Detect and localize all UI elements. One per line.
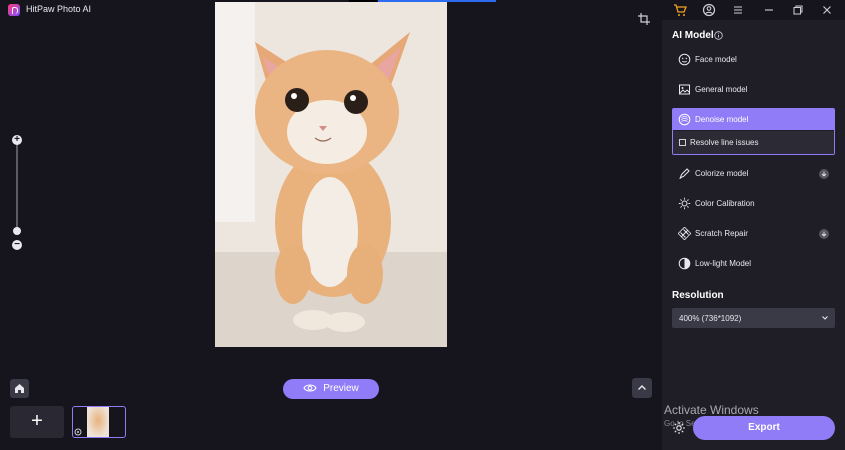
preview-label: Preview	[323, 383, 359, 394]
resolve-line-label: Resolve line issues	[690, 138, 759, 147]
account-icon[interactable]	[702, 3, 716, 17]
model-label: Color Calibration	[695, 199, 755, 208]
chevron-down-icon	[822, 316, 828, 320]
home-icon	[15, 384, 24, 393]
minimize-icon[interactable]	[762, 3, 776, 17]
image-icon	[678, 83, 691, 96]
export-button[interactable]: Export	[693, 416, 835, 440]
crop-icon[interactable]	[637, 12, 651, 26]
activate-windows-title: Activate Windows	[664, 403, 759, 417]
preview-button[interactable]: Preview	[283, 379, 379, 399]
restore-icon[interactable]	[791, 3, 805, 17]
app-title: HitPaw Photo AI	[26, 4, 92, 14]
model-general[interactable]: General model	[672, 77, 835, 103]
model-label: General model	[695, 85, 748, 94]
menu-icon[interactable]	[731, 3, 745, 17]
add-image-button[interactable]: +	[10, 406, 64, 438]
collapse-button[interactable]	[632, 378, 652, 398]
kitten-photo	[215, 2, 447, 347]
resolution-value: 400% (736*1092)	[679, 314, 742, 323]
app-logo-icon	[8, 4, 20, 16]
chevron-up-icon	[638, 385, 646, 390]
info-icon[interactable]	[714, 31, 723, 40]
home-button[interactable]	[10, 379, 29, 398]
panel-title: AI Model	[672, 30, 714, 41]
model-color-calibration[interactable]: Color Calibration	[672, 191, 835, 217]
model-label: Scratch Repair	[695, 229, 748, 238]
download-icon[interactable]	[819, 229, 829, 239]
model-colorize[interactable]: Colorize model	[672, 161, 835, 187]
thumbnail-image[interactable]	[87, 407, 109, 437]
zoom-slider-track[interactable]	[16, 144, 18, 232]
brush-icon	[678, 167, 691, 180]
model-label: Colorize model	[695, 169, 749, 178]
model-label: Low-light Model	[695, 259, 752, 268]
model-face[interactable]: Face model	[672, 47, 835, 73]
bandage-icon	[678, 227, 691, 240]
contrast-icon	[678, 257, 691, 270]
resolve-line-option[interactable]: Resolve line issues	[673, 131, 834, 154]
model-scratch-repair[interactable]: Scratch Repair	[672, 221, 835, 247]
model-low-light[interactable]: Low-light Model	[672, 251, 835, 277]
model-label: Denoise model	[695, 115, 749, 124]
resolve-line-checkbox[interactable]	[679, 139, 686, 146]
model-label: Face model	[695, 55, 737, 64]
zoom-in-button[interactable]: +	[12, 135, 22, 145]
resolution-title: Resolution	[672, 290, 724, 301]
sun-icon	[678, 197, 691, 210]
face-icon	[678, 53, 691, 66]
zoom-out-button[interactable]: −	[12, 240, 22, 250]
eye-icon	[303, 384, 317, 392]
cart-icon[interactable]	[673, 3, 687, 17]
denoise-icon	[678, 113, 691, 126]
zoom-slider-handle[interactable]	[13, 227, 21, 235]
download-icon[interactable]	[819, 169, 829, 179]
model-denoise[interactable]: Denoise model	[673, 109, 834, 130]
thumbnail-status-icon	[74, 428, 82, 436]
resolution-select[interactable]: 400% (736*1092)	[672, 308, 835, 328]
close-icon[interactable]	[820, 3, 834, 17]
settings-gear-icon[interactable]	[672, 421, 686, 435]
